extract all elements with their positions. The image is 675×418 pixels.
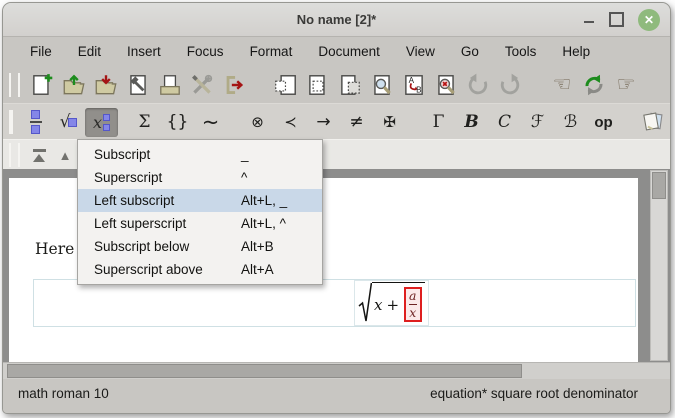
menu-item-left-superscript[interactable]: Left superscript Alt+L, ^	[78, 212, 322, 235]
shortcut-label: ^	[241, 166, 247, 189]
exit-structure-icon[interactable]	[26, 143, 52, 167]
spell-check-icon[interactable]	[430, 70, 462, 100]
undo-icon[interactable]	[462, 70, 494, 100]
shortcut-label: Alt+A	[241, 258, 274, 281]
history-forward-icon[interactable]: ☞	[610, 70, 642, 100]
wide-accent-icon[interactable]: ~	[194, 108, 227, 137]
menu-focus[interactable]: Focus	[174, 40, 237, 63]
redo-icon[interactable]	[494, 70, 526, 100]
texmacs-window: No name [2]* ✕ File Edit Insert Focus Fo…	[2, 2, 671, 414]
plus-sign: +	[386, 296, 399, 314]
close-icon[interactable]: ✕	[638, 9, 660, 31]
save-file-icon[interactable]	[90, 70, 122, 100]
open-file-icon[interactable]	[58, 70, 90, 100]
greek-letters-icon[interactable]: Γ	[422, 108, 455, 137]
print-icon[interactable]	[154, 70, 186, 100]
vertical-scrollbar-thumb[interactable]	[652, 172, 666, 199]
negation-icon[interactable]: ≠	[340, 108, 373, 137]
menu-document[interactable]: Document	[305, 40, 393, 63]
main-toolbar: A B	[3, 66, 670, 103]
search-icon[interactable]	[366, 70, 398, 100]
shortcut-label: _	[241, 143, 249, 166]
fraction-denominator: x	[409, 306, 416, 320]
scripts-icon[interactable]: x	[85, 108, 118, 137]
export-icon[interactable]	[218, 70, 250, 100]
binary-operator-icon[interactable]: ⊗	[241, 108, 274, 137]
math-operators-icon[interactable]: Σ Σ	[669, 108, 671, 137]
scripts-dropdown-menu: Subscript _ Superscript ^ Left subscript…	[77, 139, 323, 285]
statusbar: math roman 10 equation* square root deno…	[3, 379, 670, 413]
menu-go[interactable]: Go	[448, 40, 492, 63]
relation-icon[interactable]: ≺	[274, 108, 307, 137]
cards-icon[interactable]	[636, 108, 669, 137]
fraction-numerator: a	[409, 289, 416, 303]
calligraphic-letters-icon[interactable]: C	[488, 108, 521, 137]
menu-insert[interactable]: Insert	[114, 40, 174, 63]
shortcut-label: Alt+L, ^	[241, 212, 286, 235]
arrow-icon[interactable]: →	[307, 108, 340, 137]
menubar: File Edit Insert Focus Format Document V…	[3, 37, 670, 66]
toolbar-grip[interactable]	[9, 73, 20, 97]
window-title: No name [2]*	[3, 3, 670, 36]
math-toolbar: √ x Σ {} ~ ⊗ ≺ → ≠ ✠ Γ B C ℱ ℬ op	[3, 103, 670, 140]
reload-icon[interactable]	[578, 70, 610, 100]
menu-edit[interactable]: Edit	[65, 40, 114, 63]
minimize-icon[interactable]	[583, 14, 595, 26]
square-root-expression: x + a x	[358, 282, 425, 324]
toolbar-grip[interactable]	[9, 143, 20, 167]
copy-selection-icon[interactable]	[302, 70, 334, 100]
menu-format[interactable]: Format	[237, 40, 306, 63]
equation-block[interactable]: x + a x	[33, 279, 636, 327]
replace-icon[interactable]: A B	[398, 70, 430, 100]
shortcut-label: Alt+L, _	[241, 189, 287, 212]
menu-item-left-subscript[interactable]: Left subscript Alt+L, _	[78, 189, 322, 212]
horizontal-scrollbar[interactable]	[3, 362, 670, 380]
menu-item-superscript-above[interactable]: Superscript above Alt+A	[78, 258, 322, 281]
hammer-edit-icon[interactable]	[122, 70, 154, 100]
fraction-focus-box[interactable]: a x	[404, 287, 421, 322]
toolbar-grip[interactable]	[9, 110, 13, 134]
shortcut-label: Alt+B	[241, 235, 274, 258]
svg-text:B: B	[416, 85, 421, 94]
svg-text:A: A	[409, 75, 415, 84]
fraction-icon[interactable]	[19, 108, 52, 137]
braces-icon[interactable]: {}	[161, 108, 194, 137]
cut-selection-icon[interactable]	[270, 70, 302, 100]
new-document-icon[interactable]	[26, 70, 58, 100]
paragraph-text: Here	[35, 240, 74, 258]
history-back-icon[interactable]: ☜	[546, 70, 578, 100]
previous-structure-icon[interactable]: ▲	[52, 143, 78, 167]
status-context-text: equation* square root denominator	[430, 386, 638, 401]
operator-text-icon[interactable]: op	[587, 108, 620, 137]
status-mode-text: math roman 10	[18, 386, 109, 401]
big-operator-icon[interactable]: Σ	[128, 108, 161, 137]
menu-item-superscript[interactable]: Superscript ^	[78, 166, 322, 189]
paste-selection-icon[interactable]	[334, 70, 366, 100]
titlebar[interactable]: No name [2]* ✕	[3, 3, 670, 37]
square-root-icon[interactable]: √	[52, 108, 85, 137]
maximize-icon[interactable]	[609, 12, 624, 27]
menu-tools[interactable]: Tools	[492, 40, 550, 63]
tools-icon[interactable]	[186, 70, 218, 100]
menu-item-subscript-below[interactable]: Subscript below Alt+B	[78, 235, 322, 258]
bold-letters-icon[interactable]: B	[455, 108, 488, 137]
radical-sign	[358, 282, 372, 324]
equation-focus-outline: x + a x	[354, 280, 429, 326]
menu-file[interactable]: File	[17, 40, 65, 63]
radicand-x: x	[374, 296, 382, 314]
blackboard-letters-icon[interactable]: ℬ	[554, 108, 587, 137]
horizontal-scrollbar-thumb[interactable]	[7, 364, 522, 378]
menu-item-subscript[interactable]: Subscript _	[78, 143, 322, 166]
fraktur-letters-icon[interactable]: ℱ	[521, 108, 554, 137]
misc-symbol-icon[interactable]: ✠	[373, 108, 406, 137]
menu-help[interactable]: Help	[549, 40, 603, 63]
vertical-scrollbar[interactable]	[650, 170, 668, 361]
menu-view[interactable]: View	[393, 40, 448, 63]
